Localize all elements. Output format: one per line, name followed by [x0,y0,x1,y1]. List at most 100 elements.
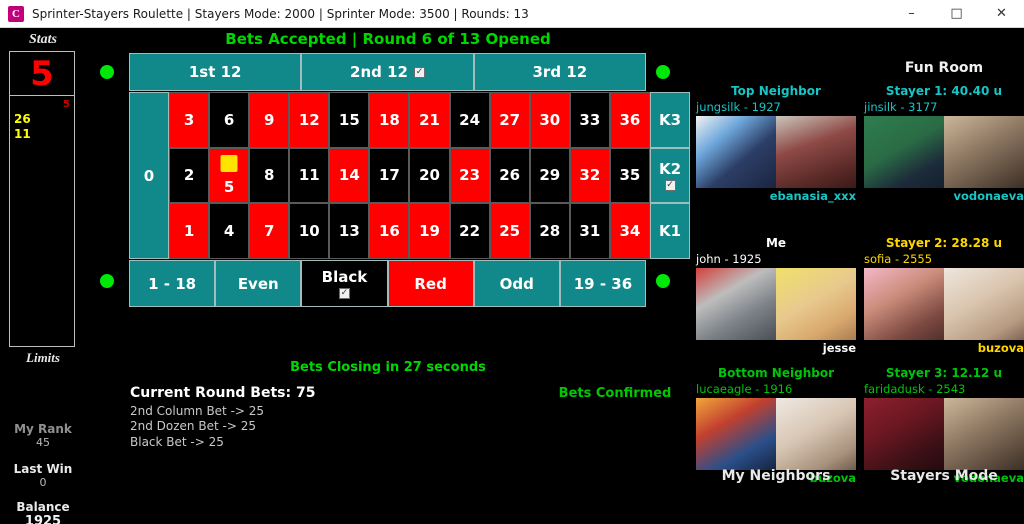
number-cell-24[interactable]: 24 [449,92,490,148]
number-label-8: 8 [263,166,275,185]
number-cell-20[interactable]: 20 [409,147,450,204]
dozen-bet-1[interactable]: 1st 12 [129,53,302,91]
player-group-subtitle: john - 1925 [696,252,762,266]
number-cell-5[interactable]: 5 [209,147,250,204]
number-label-33: 33 [579,110,601,129]
number-cell-26[interactable]: 26 [489,147,530,204]
number-label-13: 13 [338,222,360,241]
last-win-label: Last Win [13,462,73,476]
number-cell-30[interactable]: 30 [529,92,570,148]
number-cell-19[interactable]: 19 [409,203,450,259]
number-cell-14[interactable]: 14 [329,147,370,204]
number-label-34: 34 [619,222,641,241]
number-cell-0[interactable]: 0 [129,92,169,259]
column-bet-k2[interactable]: K2 ✓ [650,147,690,204]
number-cell-10[interactable]: 10 [289,203,330,259]
outside-bet-black[interactable]: Black ✓ [301,260,388,307]
number-label-3: 3 [183,110,195,129]
number-cell-16[interactable]: 16 [369,203,410,259]
player-group-subtitle: sofia - 2555 [864,252,933,266]
column-bets: K3 K2 ✓ K1 [650,92,690,260]
number-cell-34[interactable]: 34 [609,203,650,259]
number-label-25: 25 [499,222,521,241]
number-cell-29[interactable]: 29 [529,147,570,204]
number-cell-13[interactable]: 13 [329,203,370,259]
avatar [864,268,944,340]
outside-bet-19---36[interactable]: 19 - 36 [559,260,647,307]
number-cell-17[interactable]: 17 [369,147,410,204]
avatar [864,398,944,470]
number-cell-18[interactable]: 18 [369,92,410,148]
number-cell-28[interactable]: 28 [529,203,570,259]
minimize-icon[interactable]: – [889,0,934,28]
current-bets-panel: Current Round Bets: 75 2nd Column Bet ->… [130,385,560,450]
number-cell-35[interactable]: 35 [609,147,650,204]
title-bar: C Sprinter-Stayers Roulette | Stayers Mo… [0,0,1024,28]
player-group: Stayer 1: 40.40 u jinsilk - 3177 vodonaeva [864,84,1024,203]
number-cell-11[interactable]: 11 [289,147,330,204]
outside-bet-label: Even [237,274,279,293]
outside-bet-red[interactable]: Red [387,260,474,307]
outside-bet-even[interactable]: Even [215,260,302,307]
number-label-1: 1 [183,222,195,241]
avatar [776,398,856,470]
dozen-bet-3[interactable]: 3rd 12 [473,53,646,91]
number-cell-23[interactable]: 23 [449,147,490,204]
last-number-value: 5 [30,53,54,94]
current-bets-header: Current Round Bets: 75 [130,385,316,401]
player-group-footer: jesse [822,341,856,355]
close-icon[interactable]: ✕ [979,0,1024,28]
number-cell-6[interactable]: 6 [209,92,250,148]
number-label-23: 23 [459,166,481,185]
outside-bet-1---18[interactable]: 1 - 18 [129,260,216,307]
avatar [696,398,776,470]
number-label-35: 35 [619,166,641,185]
number-cell-22[interactable]: 22 [449,203,490,259]
number-cell-8[interactable]: 8 [249,147,290,204]
number-cell-2[interactable]: 2 [169,147,210,204]
number-cell-33[interactable]: 33 [569,92,610,148]
number-cell-4[interactable]: 4 [209,203,250,259]
player-group-heading: Stayer 1: 40.40 u [885,84,1003,98]
number-cell-25[interactable]: 25 [489,203,530,259]
outside-bet-label: Black [321,268,368,286]
maximize-icon[interactable]: □ [934,0,979,28]
number-label-0: 0 [143,166,155,185]
number-label-2: 2 [183,166,195,185]
number-cell-27[interactable]: 27 [489,92,530,148]
player-group-subtitle: jinsilk - 3177 [864,100,938,114]
number-cell-15[interactable]: 15 [329,92,370,148]
limits-title: Limits [26,350,60,365]
number-cell-36[interactable]: 36 [609,92,650,148]
avatar [864,116,944,188]
number-cell-1[interactable]: 1 [169,203,210,259]
player-group-heading: Bottom Neighbor [718,366,834,380]
column-bet-k3[interactable]: K3 [650,92,690,148]
outside-bet-odd[interactable]: Odd [473,260,560,307]
player-group-footer: ebanasia_xxx [769,189,856,203]
roulette-board: 1st 12 2nd 12 ✓ 3rd 12 0 3 6 9 12 15 18 21 24 27… [86,53,690,353]
number-cell-7[interactable]: 7 [249,203,290,259]
player-avatars [864,398,1024,470]
avatar [696,268,776,340]
stats-title: Stats [28,32,57,47]
balance-label: Balance [16,500,70,514]
number-label-28: 28 [539,222,561,241]
number-cell-3[interactable]: 3 [169,92,210,148]
player-group-heading: Me [765,236,787,250]
number-cell-12[interactable]: 12 [289,92,330,148]
number-cell-32[interactable]: 32 [569,147,610,204]
dozen-bet-2[interactable]: 2nd 12 ✓ [301,53,474,91]
player-group-heading: Stayer 3: 12.12 u [885,366,1003,380]
number-label-21: 21 [419,110,440,129]
player-group: Me john - 1925 jesse [696,236,856,355]
player-group-footer: buzova [977,341,1024,355]
column-bet-k1[interactable]: K1 [650,203,690,260]
number-cell-21[interactable]: 21 [409,92,450,148]
number-cell-31[interactable]: 31 [569,203,610,259]
bets-closing-timer: Bets Closing in 27 seconds [290,360,486,375]
column-label-k3: K3 [658,110,682,129]
indicator-dot-bottom-right [656,274,670,288]
number-cell-9[interactable]: 9 [249,92,290,148]
column-label-k2: K2 [658,160,682,178]
